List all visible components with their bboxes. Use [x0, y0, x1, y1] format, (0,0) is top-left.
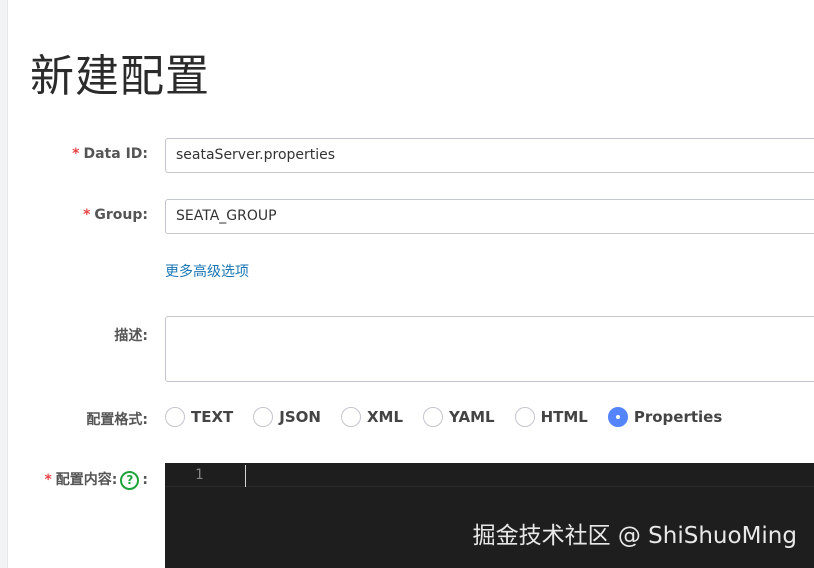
required-mark: *: [44, 472, 52, 488]
radio-label: XML: [366, 408, 404, 426]
format-option-text[interactable]: TEXT: [165, 407, 233, 427]
format-radio-group: TEXT JSON XML YAML HTML Properties: [165, 406, 742, 428]
radio-circle-checked: [607, 407, 628, 427]
format-option-json[interactable]: JSON: [253, 407, 321, 427]
radio-circle: [340, 407, 361, 427]
text-cursor: [245, 465, 246, 487]
required-mark: *: [72, 146, 80, 162]
watermark: 掘金技术社区 @ ShiShuoMing: [472, 523, 797, 549]
group-input[interactable]: SEATA_GROUP: [165, 199, 814, 234]
data-id-label-text: Data ID:: [83, 146, 148, 162]
content-label: * 配置内容:?:: [44, 469, 148, 490]
question-circle-icon[interactable]: ?: [120, 470, 140, 490]
radio-label: TEXT: [191, 408, 234, 426]
required-mark: *: [83, 207, 91, 223]
radio-circle: [423, 407, 444, 427]
left-rail: [0, 0, 8, 568]
group-row: * Group: SEATA_GROUP: [0, 199, 814, 234]
description-row: 描述:: [0, 316, 814, 382]
format-option-properties[interactable]: Properties: [607, 407, 723, 427]
group-label: * Group:: [83, 207, 148, 223]
format-option-xml[interactable]: XML: [340, 407, 404, 427]
radio-label: HTML: [540, 408, 588, 426]
radio-label: YAML: [449, 408, 495, 426]
more-options-link[interactable]: 更多高级选项: [165, 261, 249, 281]
page-title: 新建配置: [30, 51, 210, 102]
data-id-input[interactable]: seataServer.properties: [165, 138, 814, 173]
format-option-html[interactable]: HTML: [514, 407, 588, 427]
line-number: 1: [195, 467, 204, 483]
content-label-colon: :: [142, 472, 148, 488]
description-label: 描述:: [114, 328, 148, 344]
radio-circle: [165, 407, 185, 427]
group-label-text: Group:: [94, 207, 148, 223]
data-id-label: * Data ID:: [72, 146, 148, 162]
radio-circle: [253, 407, 274, 427]
editor-active-line: 1: [165, 463, 814, 487]
content-label-text: 配置内容:: [55, 472, 118, 488]
format-option-yaml[interactable]: YAML: [423, 407, 495, 427]
format-label: 配置格式:: [86, 412, 148, 428]
description-textarea[interactable]: [165, 316, 814, 382]
radio-label: JSON: [279, 408, 321, 426]
radio-label: Properties: [633, 408, 723, 426]
data-id-row: * Data ID: seataServer.properties: [0, 138, 814, 173]
radio-circle: [514, 407, 535, 427]
